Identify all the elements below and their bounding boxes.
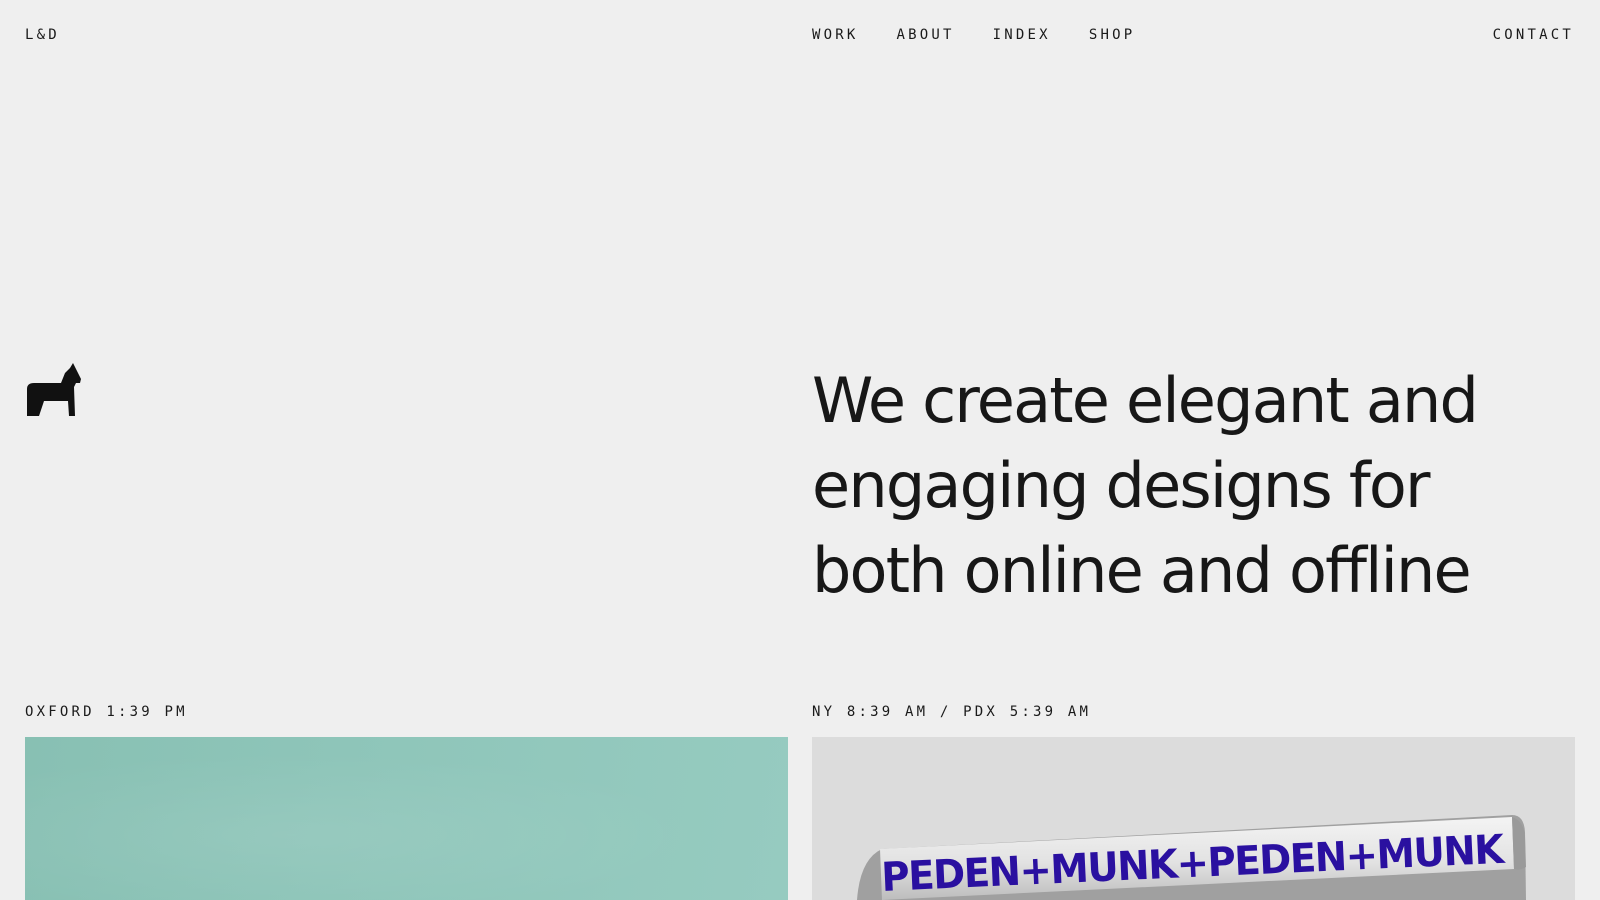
nav-link-work[interactable]: WORK	[812, 27, 859, 43]
brand-logo[interactable]: L&D	[25, 27, 60, 43]
us-clocks: NY 8:39 AM / PDX 5:39 AM	[812, 704, 1092, 720]
nav-link-index[interactable]: INDEX	[993, 27, 1051, 43]
nav-link-shop[interactable]: SHOP	[1089, 27, 1136, 43]
hero-headline: We create elegant and engaging designs f…	[812, 364, 1479, 607]
nav-link-about[interactable]: ABOUT	[897, 27, 955, 43]
project-card-peden-munk[interactable]: PEDEN+MUNK+PEDEN+MUNK	[812, 737, 1575, 900]
peden-munk-artwork: PEDEN+MUNK+PEDEN+MUNK	[857, 815, 1526, 900]
horse-icon	[24, 359, 82, 417]
main-nav: WORK ABOUT INDEX SHOP	[812, 27, 1135, 43]
project-card-teal[interactable]	[25, 737, 788, 900]
oxford-clock: OXFORD 1:39 PM	[25, 704, 188, 720]
contact-link[interactable]: CONTACT	[1493, 27, 1574, 43]
